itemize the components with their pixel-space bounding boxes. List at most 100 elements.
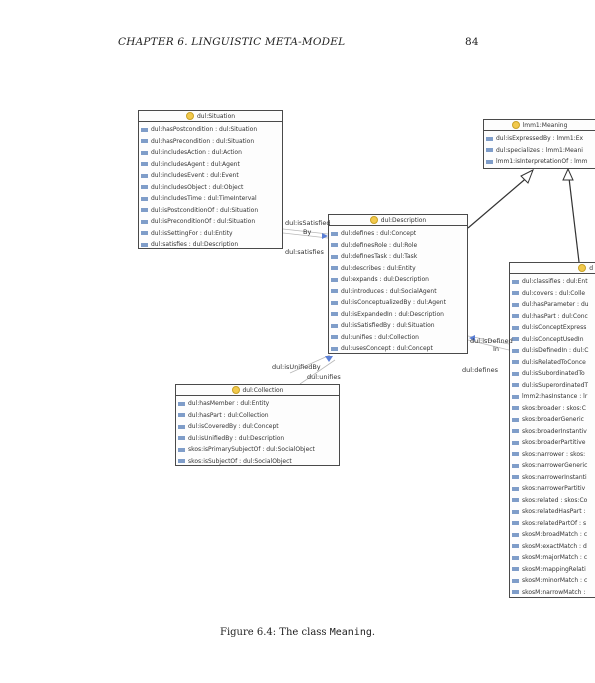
attribute-icon — [512, 302, 519, 307]
attribute-icon — [512, 406, 519, 411]
attribute-text: dul:unifies : dul:Collection — [341, 333, 419, 341]
attribute-icon — [178, 447, 185, 452]
attribute-icon — [141, 127, 148, 132]
attribute-row: dul:includesAction : dul:Action — [139, 147, 282, 159]
class-situation[interactable]: dul:Situation dul:hasPostcondition : dul… — [138, 110, 283, 249]
attribute-icon — [512, 463, 519, 468]
attribute-row: skosM:majorMatch : c — [510, 552, 595, 564]
attribute-text: dul:defines : dul:Concept — [341, 230, 417, 238]
attribute-text: lmm1:isInterpretationOf : lmm — [496, 158, 588, 166]
attribute-text: skosM:mappingRelati — [522, 565, 586, 573]
attribute-icon — [331, 243, 338, 248]
attribute-row: lmm2:hasInstance : lr — [510, 391, 595, 403]
attribute-row: dul:isSubordinatedTo — [510, 368, 595, 380]
attribute-row: dul:describes : dul:Entity — [329, 263, 467, 275]
attribute-list: dul:defines : dul:Concept dul:definesRole… — [329, 228, 467, 353]
attribute-text: skos:broader : skos:C — [522, 404, 586, 412]
attribute-row: skosM:exactMatch : d — [510, 541, 595, 553]
attribute-row: dul:hasPart : dul:Conc — [510, 311, 595, 323]
class-title: dul:Situation — [196, 112, 236, 120]
attribute-icon — [512, 475, 519, 480]
class-title: dul:Collection — [242, 386, 284, 394]
class-collection[interactable]: dul:Collection dul:hasMember : dul:Entit… — [175, 384, 340, 466]
attribute-text: lmm2:hasInstance : lr — [522, 393, 588, 401]
attribute-text: skosM:minorMatch : c — [522, 577, 588, 585]
attribute-row: skos:isSubjectOf : dul:SocialObject — [176, 456, 339, 466]
association-arrow-tip — [325, 356, 333, 362]
attribute-row: dul:hasParameter : du — [510, 299, 595, 311]
attribute-icon — [512, 555, 519, 560]
attribute-icon — [331, 312, 338, 317]
attribute-row: skosM:narrowMatch : — [510, 587, 595, 598]
attribute-row: dul:isPreconditionOf : dul:Situation — [139, 216, 282, 228]
attribute-icon — [178, 436, 185, 441]
attribute-icon — [512, 291, 519, 296]
attribute-row: dul:hasPrecondition : dul:Situation — [139, 136, 282, 148]
attribute-text: skos:relatedHasPart : — [522, 508, 586, 516]
edge-label-is-unified-by: dul:isUnifiedBy — [272, 363, 321, 371]
attribute-row: dul:isExpandedIn : dul:Description — [329, 309, 467, 321]
attribute-row: dul:usesConcept : dul:Concept — [329, 343, 467, 353]
attribute-icon — [512, 279, 519, 284]
attribute-icon — [512, 314, 519, 319]
attribute-row: dul:includesTime : dul:TimeInterval — [139, 193, 282, 205]
attribute-text: skos:broaderGeneric — [522, 416, 584, 424]
generalization-line-description — [467, 174, 531, 229]
edge-label-is-defined-in: dul:isDefined — [470, 337, 513, 345]
attribute-icon — [178, 401, 185, 406]
attribute-row: dul:isDefinedIn : dul:C — [510, 345, 595, 357]
attribute-icon — [141, 219, 148, 224]
attribute-icon — [512, 486, 519, 491]
attribute-text: skos:relatedPartOf : s — [522, 519, 587, 527]
class-description[interactable]: dul:Description dul:defines : dul:Concep… — [328, 214, 468, 354]
class-title: dul:Description — [380, 216, 427, 224]
attribute-row: skosM:broadMatch : c — [510, 529, 595, 541]
attribute-row: dul:isSuperordinatedT — [510, 380, 595, 392]
attribute-text: dul:usesConcept : dul:Concept — [341, 345, 433, 353]
attribute-icon — [331, 266, 338, 271]
attribute-text: dul:classifies : dul:Ent — [522, 278, 588, 286]
attribute-icon — [512, 325, 519, 330]
attribute-row: dul:satisfies : dul:Description — [139, 239, 282, 248]
attribute-icon — [141, 139, 148, 144]
attribute-icon — [486, 136, 493, 141]
attribute-icon — [512, 429, 519, 434]
attribute-row: lmm1:isInterpretationOf : lmm — [484, 156, 595, 168]
attribute-text: skos:related : skos:Co — [522, 496, 588, 504]
attribute-text: dul:isPostconditionOf : dul:Situation — [151, 206, 259, 214]
attribute-text: skosM:exactMatch : d — [522, 542, 587, 550]
class-icon — [231, 386, 240, 394]
class-icon — [511, 121, 520, 129]
attribute-row: skos:related : skos:Co — [510, 495, 595, 507]
attribute-icon — [512, 567, 519, 572]
attribute-icon — [512, 394, 519, 399]
attribute-row: skos:relatedHasPart : — [510, 506, 595, 518]
attribute-row: dul:isExpressedBy : lmm1:Ex — [484, 133, 595, 145]
attribute-icon — [486, 159, 493, 164]
class-concept[interactable]: d dul:classifies : dul:Ent dul:covers : d… — [509, 262, 595, 598]
attribute-row: skos:broaderPartitive — [510, 437, 595, 449]
attribute-row: dul:isConceptExpress — [510, 322, 595, 334]
attribute-row: skosM:minorMatch : c — [510, 575, 595, 587]
attribute-row: dul:introduces : dul:SocialAgent — [329, 286, 467, 298]
class-meaning[interactable]: lmm1:Meaning dul:isExpressedBy : lmm1:Ex… — [483, 119, 595, 169]
attribute-icon — [512, 348, 519, 353]
attribute-icon — [331, 231, 338, 236]
attribute-icon — [141, 162, 148, 167]
attribute-text: skos:broaderPartitive — [522, 439, 586, 447]
attribute-text: skosM:broadMatch : c — [522, 531, 588, 539]
attribute-row: skos:broaderInstantiv — [510, 426, 595, 438]
attribute-text: dul:isCoveredBy : dul:Concept — [188, 423, 279, 431]
attribute-row: dul:isSettingFor : dul:Entity — [139, 228, 282, 240]
attribute-text: dul:hasParameter : du — [522, 301, 589, 309]
attribute-row: skosM:mappingRelati — [510, 564, 595, 576]
attribute-text: skos:narrowerGeneric — [522, 462, 588, 470]
attribute-text: dul:includesTime : dul:TimeInterval — [151, 195, 257, 203]
attribute-row: dul:definesTask : dul:Task — [329, 251, 467, 263]
attribute-text: skos:narrowerPartitiv — [522, 485, 586, 493]
generalization-line-concept — [568, 177, 580, 263]
class-icon — [578, 264, 587, 272]
attribute-row: dul:defines : dul:Concept — [329, 228, 467, 240]
attribute-text: dul:includesAction : dul:Action — [151, 149, 242, 157]
attribute-icon — [512, 383, 519, 388]
